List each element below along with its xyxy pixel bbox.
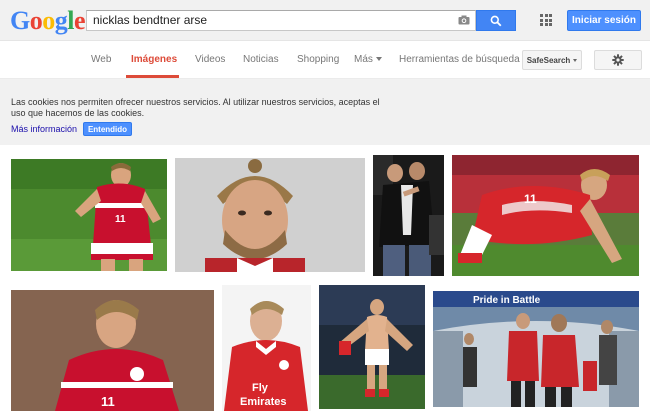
search-icon [490, 15, 502, 26]
tab-videos[interactable]: Videos [195, 54, 225, 65]
image-result[interactable]: Fly Emirates [222, 285, 311, 411]
cookie-notice: Las cookies nos permiten ofrecer nuestro… [0, 79, 650, 145]
logo-letter: l [67, 6, 74, 35]
shirt-sponsor-line-2: Emirates [240, 396, 286, 408]
apps-icon[interactable] [540, 14, 552, 26]
logo-letter: o [29, 6, 43, 35]
shirt-number: 11 [115, 214, 126, 225]
top-header: Google nicklas bendtner arse Iniciar ses… [0, 0, 650, 41]
search-input[interactable]: nicklas bendtner arse [86, 10, 476, 31]
cookie-accept-button[interactable]: Entendido [83, 122, 132, 136]
tab-shopping[interactable]: Shopping [297, 54, 339, 65]
google-logo[interactable]: Google [10, 6, 86, 36]
image-result[interactable] [319, 285, 425, 409]
camera-icon[interactable] [458, 15, 470, 25]
logo-letter: g [54, 6, 68, 35]
tab-web[interactable]: Web [91, 54, 111, 65]
image-result[interactable] [373, 155, 444, 276]
cookie-text: Las cookies nos permiten ofrecer nuestro… [11, 97, 380, 118]
google-images-page: Google nicklas bendtner arse Iniciar ses… [0, 0, 650, 411]
tab-news[interactable]: Noticias [243, 54, 279, 65]
logo-letter: G [10, 6, 30, 35]
signin-button[interactable]: Iniciar sesión [567, 10, 641, 31]
search-button[interactable] [476, 10, 516, 31]
image-result[interactable]: 11 [11, 290, 214, 411]
tab-more-label: Más [354, 54, 373, 65]
gear-icon [612, 54, 624, 66]
shirt-number: 11 [101, 394, 115, 409]
safesearch-button[interactable]: SafeSearch [522, 50, 582, 70]
chevron-down-icon [573, 58, 578, 62]
tab-search-tools[interactable]: Herramientas de búsqueda [399, 54, 520, 65]
search-query-text: nicklas bendtner arse [93, 13, 208, 27]
settings-button[interactable] [594, 50, 642, 70]
cookie-more-info-link[interactable]: Más información [11, 124, 77, 134]
tab-more[interactable]: Más [354, 54, 382, 65]
logo-letter: o [42, 6, 55, 35]
active-tab-indicator [126, 75, 179, 78]
image-result[interactable] [175, 158, 365, 272]
chevron-down-icon [375, 57, 382, 61]
shirt-number: 11 [524, 192, 537, 206]
image-result[interactable]: Pride in Battle [433, 291, 639, 407]
image-result[interactable]: 11 [452, 155, 639, 276]
image-result[interactable]: 11 [11, 159, 167, 271]
shirt-sponsor-line-1: Fly [252, 382, 269, 394]
banner-text: Pride in Battle [473, 295, 541, 306]
safesearch-label: SafeSearch [526, 55, 571, 65]
tab-images[interactable]: Imágenes [131, 54, 177, 65]
logo-letter: e [73, 6, 86, 35]
